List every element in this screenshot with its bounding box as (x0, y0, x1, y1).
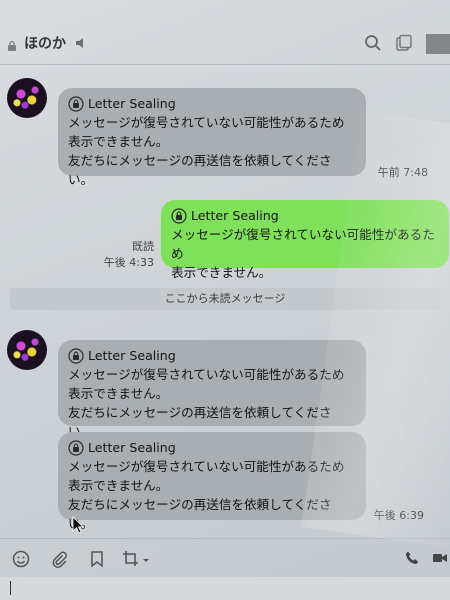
video-icon[interactable] (432, 550, 448, 570)
notes-icon[interactable] (395, 34, 413, 56)
lock-icon (68, 439, 84, 456)
message-line: 表示できません。 (68, 134, 169, 149)
composer-toolbar (0, 540, 450, 576)
message-input[interactable] (0, 577, 450, 600)
text-caret (10, 581, 11, 595)
message-bubble[interactable]: Letter Sealing メッセージが復号されていない可能性があるため 表示… (58, 340, 366, 439)
letter-sealing-label: Letter Sealing (88, 440, 176, 455)
message-line: 表示できません。 (171, 265, 272, 280)
chat-title: ほのか (24, 36, 66, 52)
lock-icon (6, 37, 18, 56)
bookmark-icon[interactable] (89, 550, 105, 572)
unread-divider: ここから未読メッセージ (10, 288, 440, 310)
mouse-cursor-icon (72, 516, 84, 538)
call-icon[interactable] (404, 550, 420, 570)
emoji-icon[interactable] (12, 550, 30, 572)
read-status: 既読 (132, 240, 154, 253)
message-bubble[interactable]: Letter Sealing メッセージが復号されていない可能性があるため 表示… (58, 88, 366, 187)
message-time: 午後 4:33 (103, 256, 154, 269)
search-icon[interactable] (364, 34, 382, 56)
message-time: 午前 7:48 (377, 166, 428, 179)
message-line: 表示できません。 (68, 386, 169, 401)
avatar[interactable] (7, 330, 47, 370)
message-bubble[interactable]: Letter Sealing メッセージが復号されていない可能性があるため 表示… (58, 432, 366, 531)
message-line: メッセージが復号されていない可能性があるため (171, 227, 435, 261)
chat-header: ほのか (0, 22, 450, 64)
header-divider (0, 64, 450, 65)
letter-sealing-label: Letter Sealing (88, 348, 176, 363)
message-line: メッセージが復号されていない可能性があるため (68, 367, 345, 382)
avatar[interactable] (7, 78, 47, 118)
message-line: 友だちにメッセージの再送信を依頼してください。 (68, 497, 332, 531)
letter-sealing-label: Letter Sealing (88, 96, 176, 111)
message-line: 友だちにメッセージの再送信を依頼してください。 (68, 153, 332, 187)
letter-sealing-label: Letter Sealing (191, 208, 279, 223)
lock-icon (171, 207, 187, 224)
message-line: メッセージが復号されていない可能性があるため (68, 459, 345, 474)
chat-window: ほのか Letter Sealing メッセージが復号されていない可能性があるた… (0, 0, 450, 600)
crop-icon[interactable] (122, 550, 150, 572)
attach-icon[interactable] (50, 550, 68, 572)
message-line: 表示できません。 (68, 478, 169, 493)
toolbar-divider (0, 538, 450, 539)
menu-icon[interactable] (426, 34, 450, 54)
message-line: メッセージが復号されていない可能性があるため (68, 115, 345, 130)
message-time: 午後 6:39 (373, 509, 424, 522)
lock-icon (68, 347, 84, 364)
message-bubble[interactable]: Letter Sealing メッセージが復号されていない可能性があるため 表示… (161, 200, 449, 280)
speaker-icon[interactable] (74, 35, 88, 54)
lock-icon (68, 95, 84, 112)
